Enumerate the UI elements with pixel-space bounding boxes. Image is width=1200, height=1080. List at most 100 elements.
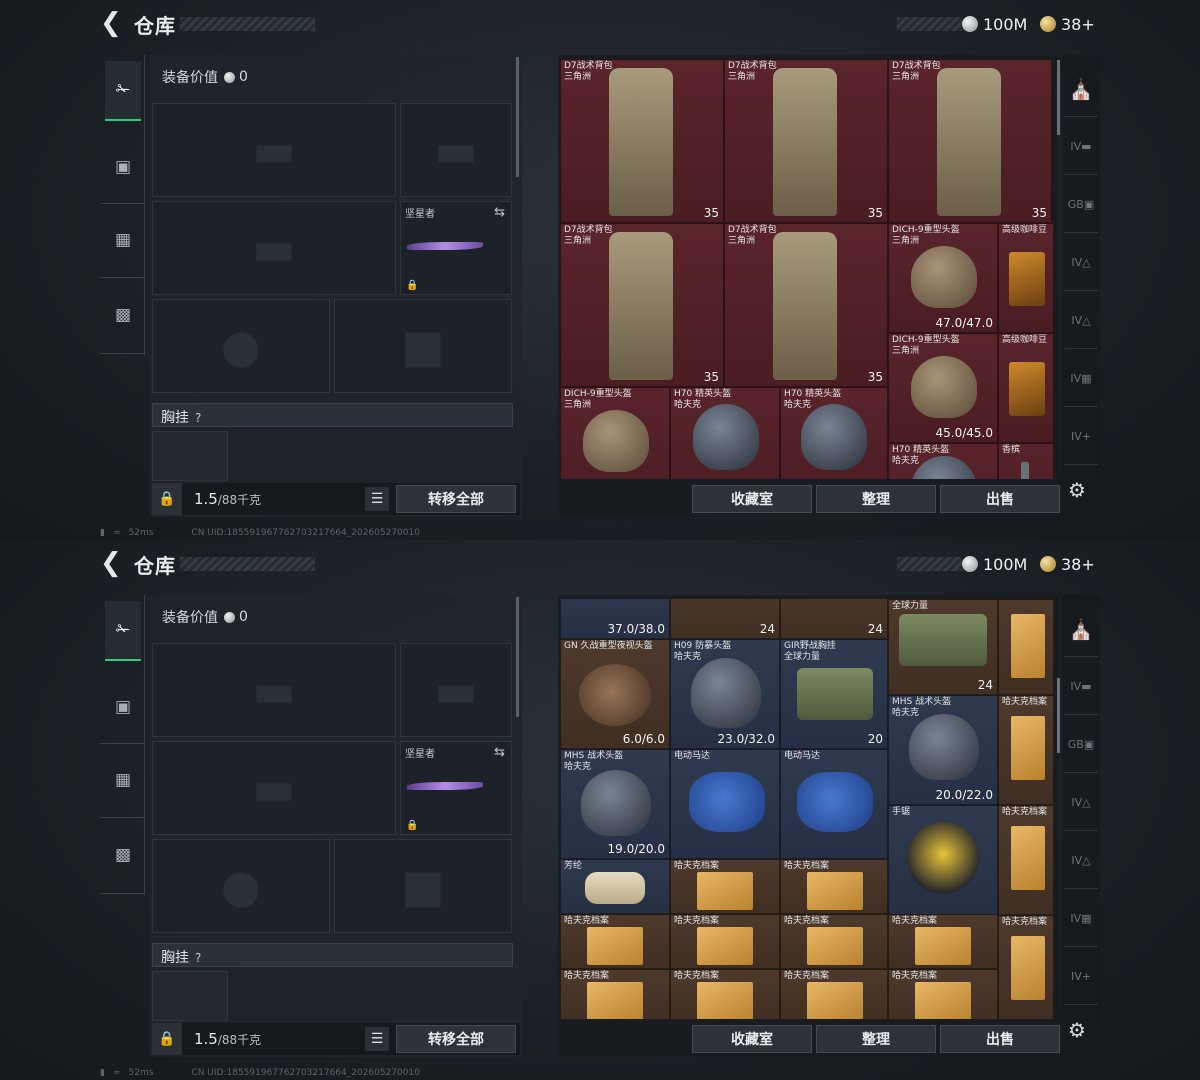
stash-item[interactable]: DICH-9重型头盔 三角洲: [560, 387, 670, 479]
stash-item[interactable]: 手锯: [888, 805, 998, 915]
stash-item[interactable]: GN 久战重型夜视头盔 6.0/6.0: [560, 639, 670, 749]
helmet-slot[interactable]: ●: [152, 299, 330, 393]
armor-slot[interactable]: ■: [334, 839, 512, 933]
stash-item[interactable]: 24: [780, 599, 888, 639]
stash-item[interactable]: D7战术背包 三角洲 35: [724, 223, 888, 387]
armor-slot[interactable]: ■: [334, 299, 512, 393]
stash-tab-5-icon[interactable]: IV▦: [1064, 891, 1098, 947]
melee-slot[interactable]: 坚星者 ⇆ 🔒: [400, 741, 512, 835]
stash-item[interactable]: DICH-9重型头盔 三角洲 45.0/45.0: [888, 333, 998, 443]
backpack-icon[interactable]: ▣: [105, 137, 141, 197]
lock-icon[interactable]: 🔒: [152, 483, 182, 515]
stash-item[interactable]: H70 精英头盔 哈夫克: [670, 387, 780, 479]
stash-item[interactable]: D7战术背包 三角洲 35: [560, 59, 724, 223]
equipment-scrollbar[interactable]: [516, 597, 519, 717]
list-icon[interactable]: ☰: [365, 487, 389, 511]
stash-tab-5-icon[interactable]: IV▦: [1064, 351, 1098, 407]
stash-tab-2-icon[interactable]: GB▣: [1064, 717, 1098, 773]
stash-item[interactable]: 芳纶: [560, 859, 670, 914]
collection-button[interactable]: 收藏室: [692, 1025, 812, 1053]
stash-tab-3-icon[interactable]: IV△: [1064, 775, 1098, 831]
stash-item[interactable]: 哈夫克档案: [780, 914, 888, 969]
chest-rig-slot[interactable]: [152, 431, 228, 481]
stash-item[interactable]: H09 防暴头盔 哈夫克 23.0/32.0: [670, 639, 780, 749]
stash-item[interactable]: 电动马达: [670, 749, 780, 859]
pistol-slot[interactable]: ▬: [400, 643, 512, 737]
toolbox-icon[interactable]: ▩: [105, 825, 141, 885]
help-icon[interactable]: ?: [195, 411, 201, 425]
stash-tab-3-icon[interactable]: IV△: [1064, 235, 1098, 291]
pistol-icon[interactable]: ✁: [105, 601, 141, 661]
stash-item[interactable]: 哈夫克档案: [888, 969, 998, 1019]
warehouse-icon[interactable]: ⛪: [1064, 601, 1098, 657]
back-arrow-icon[interactable]: ❮: [100, 550, 124, 576]
secondary-weapon-slot[interactable]: ▬: [152, 201, 396, 295]
collection-button[interactable]: 收藏室: [692, 485, 812, 513]
backpack-icon[interactable]: ▣: [105, 677, 141, 737]
secondary-weapon-slot[interactable]: ▬: [152, 741, 396, 835]
list-icon[interactable]: ☰: [365, 1027, 389, 1051]
stash-item[interactable]: 哈夫克档案: [780, 969, 888, 1019]
silver-currency[interactable]: 100M: [962, 13, 1027, 35]
stash-item[interactable]: DICH-9重型头盔 三角洲 47.0/47.0: [888, 223, 998, 333]
stash-item[interactable]: MHS 战术头盔 哈夫克 19.0/20.0: [560, 749, 670, 859]
silver-currency[interactable]: 100M: [962, 553, 1027, 575]
stash-item[interactable]: MHS 战术头盔 哈夫克 20.0/22.0: [888, 695, 998, 805]
stash-item[interactable]: 香槟: [998, 443, 1054, 479]
stash-item[interactable]: H70 精英头盔 哈夫克: [780, 387, 888, 479]
stash-item[interactable]: 哈夫克档案: [670, 859, 780, 914]
stash-scrollbar[interactable]: [1057, 60, 1060, 135]
stash-tab-2-icon[interactable]: GB▣: [1064, 177, 1098, 233]
sort-button[interactable]: 整理: [816, 485, 936, 513]
stash-item[interactable]: H70 精英头盔 哈夫克: [888, 443, 998, 479]
stash-item[interactable]: 37.0/38.0: [560, 599, 670, 639]
melee-slot[interactable]: 坚星者 ⇆ 🔒: [400, 201, 512, 295]
sell-button[interactable]: 出售: [940, 485, 1060, 513]
gear-icon[interactable]: ⚙: [1068, 478, 1086, 502]
sort-button[interactable]: 整理: [816, 1025, 936, 1053]
pistol-slot[interactable]: ▬: [400, 103, 512, 197]
primary-weapon-slot[interactable]: ▬: [152, 643, 396, 737]
stash-item[interactable]: 哈夫克档案: [670, 914, 780, 969]
chest-rig-icon[interactable]: ▦: [105, 210, 141, 270]
stash-tab-add-icon[interactable]: IV+: [1064, 949, 1098, 1005]
stash-item[interactable]: 哈夫克档案: [560, 969, 670, 1019]
chest-rig-icon[interactable]: ▦: [105, 750, 141, 810]
lock-icon[interactable]: 🔒: [152, 1023, 182, 1055]
stash-item[interactable]: GIR野战胸挂 全球力量 20: [780, 639, 888, 749]
back-arrow-icon[interactable]: ❮: [100, 10, 124, 36]
gold-currency[interactable]: 38+: [1040, 553, 1095, 575]
pistol-icon[interactable]: ✁: [105, 61, 141, 121]
stash-item[interactable]: 哈夫克档案: [670, 969, 780, 1019]
stash-item[interactable]: 哈夫克档案: [888, 914, 998, 969]
toolbox-icon[interactable]: ▩: [105, 285, 141, 345]
stash-tab-1-icon[interactable]: IV▬: [1064, 659, 1098, 715]
stash-item[interactable]: [998, 599, 1054, 695]
stash-item[interactable]: 哈夫克档案: [998, 695, 1054, 805]
equipment-scrollbar[interactable]: [516, 57, 519, 177]
gold-currency[interactable]: 38+: [1040, 13, 1095, 35]
swap-icon[interactable]: ⇆: [494, 745, 505, 760]
stash-item[interactable]: 哈夫克档案: [998, 915, 1054, 1019]
helmet-slot[interactable]: ●: [152, 839, 330, 933]
stash-item[interactable]: D7战术背包 三角洲 35: [560, 223, 724, 387]
stash-item[interactable]: 哈夫克档案: [780, 859, 888, 914]
primary-weapon-slot[interactable]: ▬: [152, 103, 396, 197]
chest-rig-slot[interactable]: [152, 971, 228, 1021]
stash-item[interactable]: 全球力量 24: [888, 599, 998, 695]
stash-tab-4-icon[interactable]: IV△: [1064, 293, 1098, 349]
stash-item[interactable]: D7战术背包 三角洲 35: [888, 59, 1052, 223]
sell-button[interactable]: 出售: [940, 1025, 1060, 1053]
transfer-all-button[interactable]: 转移全部: [396, 1025, 516, 1053]
stash-scrollbar[interactable]: [1057, 678, 1060, 753]
stash-tab-add-icon[interactable]: IV+: [1064, 409, 1098, 465]
stash-item[interactable]: D7战术背包 三角洲 35: [724, 59, 888, 223]
stash-tab-1-icon[interactable]: IV▬: [1064, 119, 1098, 175]
stash-item[interactable]: 哈夫克档案: [998, 805, 1054, 915]
warehouse-icon[interactable]: ⛪: [1064, 61, 1098, 117]
stash-item[interactable]: 高级咖啡豆: [998, 333, 1054, 443]
swap-icon[interactable]: ⇆: [494, 205, 505, 220]
transfer-all-button[interactable]: 转移全部: [396, 485, 516, 513]
stash-item[interactable]: 24: [670, 599, 780, 639]
stash-item[interactable]: 高级咖啡豆: [998, 223, 1054, 333]
